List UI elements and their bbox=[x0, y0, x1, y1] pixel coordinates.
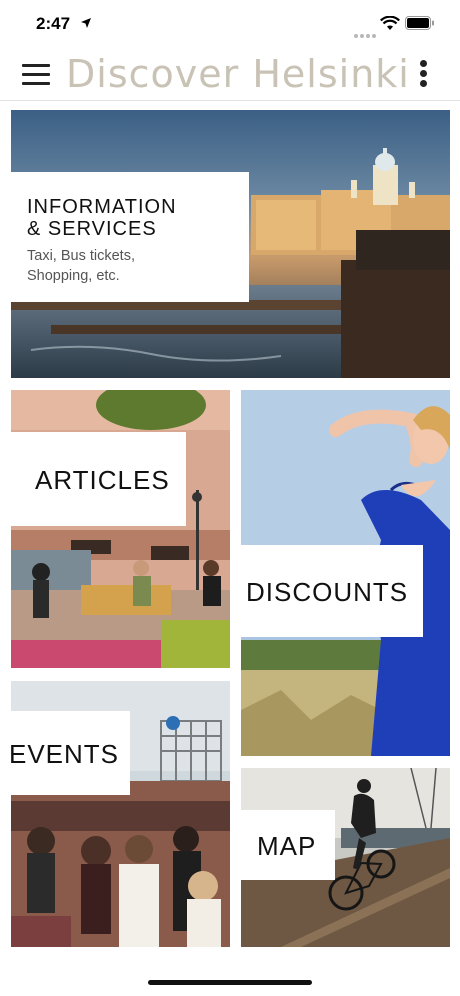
signal-icon bbox=[354, 25, 378, 43]
home-indicator[interactable] bbox=[148, 980, 312, 985]
information-title-line1: INFORMATION bbox=[27, 196, 177, 218]
articles-title: ARTICLES bbox=[35, 465, 170, 495]
discounts-label: DISCOUNTS bbox=[241, 545, 423, 637]
information-services-label: INFORMATION & SERVICES Taxi, Bus tickets… bbox=[11, 172, 249, 302]
events-label: EVENTS bbox=[11, 711, 130, 795]
articles-tile[interactable]: ARTICLES bbox=[11, 390, 230, 668]
page-title: Discover Helsinki bbox=[66, 52, 410, 96]
app-header: Discover Helsinki bbox=[0, 50, 460, 101]
map-tile[interactable]: MAP bbox=[241, 768, 450, 947]
information-title-line2: & SERVICES bbox=[27, 218, 157, 240]
wifi-icon bbox=[380, 16, 400, 30]
status-bar: 2:47 bbox=[0, 0, 460, 50]
status-time: 2:47 bbox=[36, 14, 71, 33]
events-tile[interactable]: EVENTS bbox=[11, 681, 230, 947]
discounts-tile[interactable]: DISCOUNTS bbox=[241, 390, 450, 756]
discounts-title: DISCOUNTS bbox=[246, 577, 409, 607]
menu-icon[interactable] bbox=[22, 62, 50, 86]
map-label: MAP bbox=[241, 810, 335, 880]
more-vertical-icon[interactable] bbox=[416, 58, 432, 90]
battery-icon bbox=[405, 16, 434, 30]
events-title: EVENTS bbox=[11, 739, 120, 769]
information-subtitle-line2: Shopping, etc. bbox=[27, 268, 120, 284]
map-title: MAP bbox=[257, 831, 317, 861]
information-subtitle-line1: Taxi, Bus tickets, bbox=[27, 248, 135, 264]
articles-label: ARTICLES bbox=[11, 432, 186, 526]
information-services-tile[interactable]: INFORMATION & SERVICES Taxi, Bus tickets… bbox=[11, 110, 450, 378]
location-arrow-icon bbox=[81, 18, 91, 28]
